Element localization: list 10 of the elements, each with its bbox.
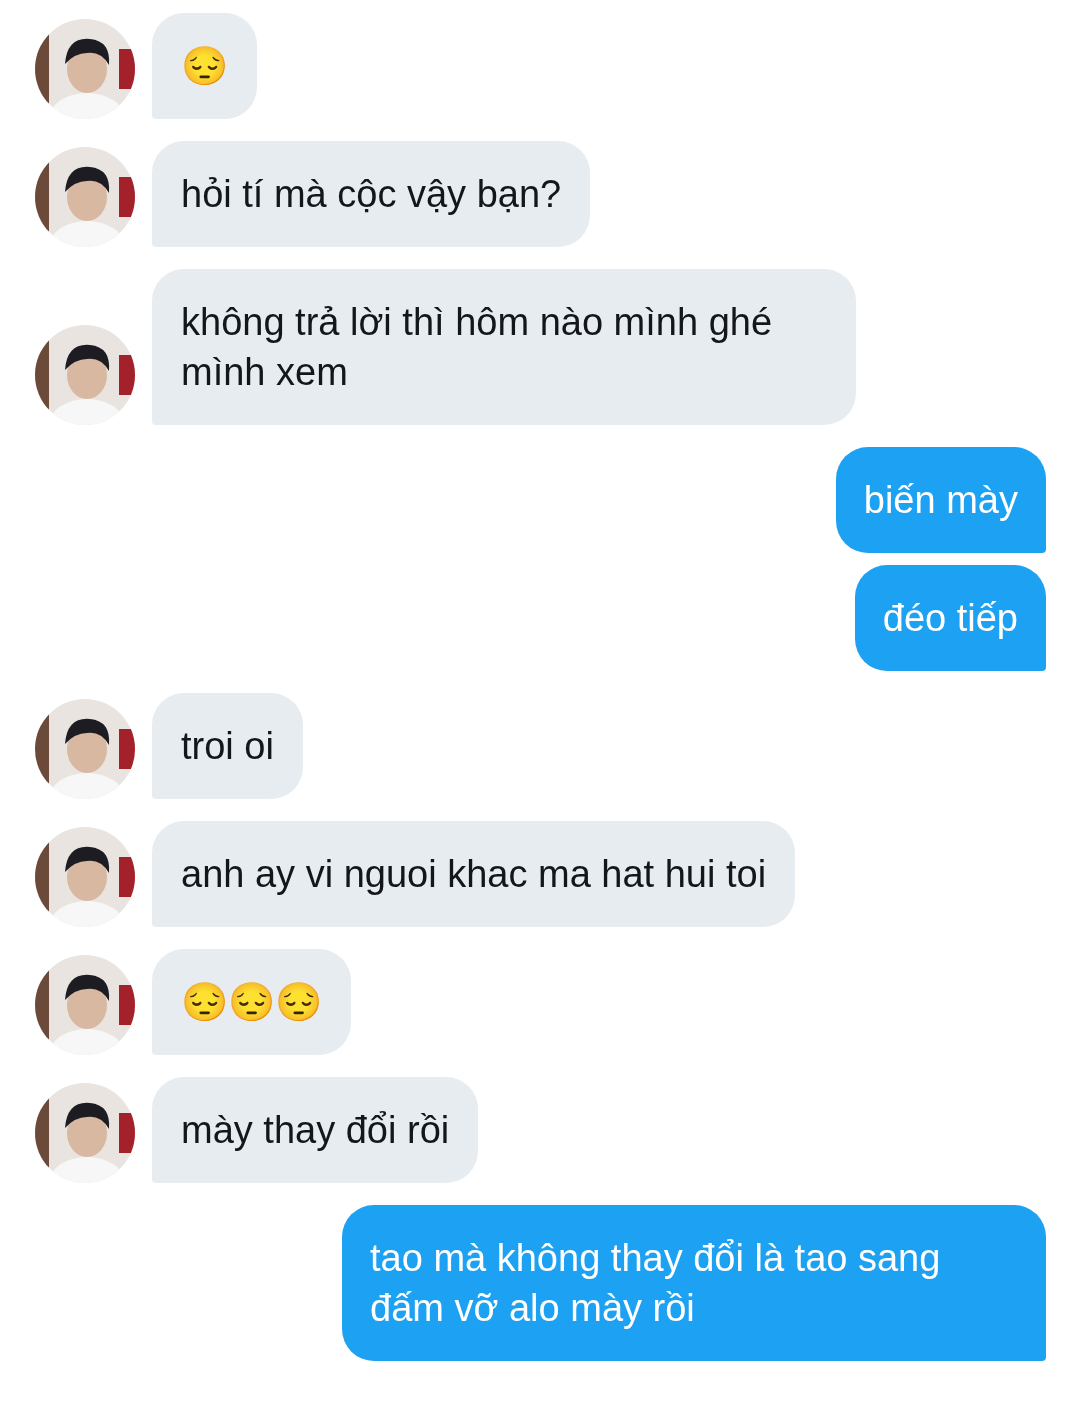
message-bubble: 😔: [152, 13, 257, 119]
message-bubble: biến mày: [835, 447, 1046, 553]
message-bubble: tao mà không thay đổi là tao sang đấm vỡ alo mày rồi: [342, 1205, 1046, 1361]
message-bubble: troi oi: [152, 693, 303, 799]
message-bubble: anh ay vi nguoi khac ma hat hui toi: [152, 821, 796, 927]
message-bubble: 😔😔😔: [152, 949, 351, 1055]
message-bubble: không trả lời thì hôm nào mình ghé mình xem: [152, 269, 856, 425]
message-bubble: mày thay đổi rồi: [152, 1077, 479, 1183]
message-bubble: đéo tiếp: [854, 565, 1046, 671]
message-bubble: hỏi tí mà cộc vậy bạn?: [152, 141, 591, 247]
